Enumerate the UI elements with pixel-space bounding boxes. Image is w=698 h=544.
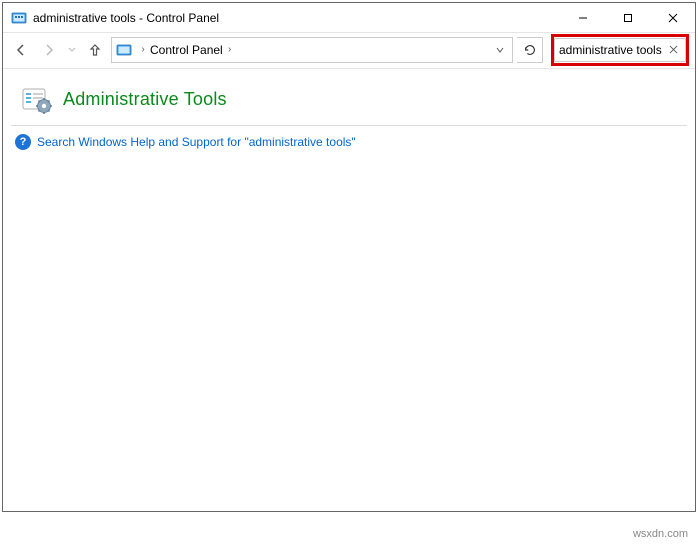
help-icon: ? (15, 134, 31, 150)
clear-search-button[interactable] (663, 39, 683, 61)
content-area: Administrative Tools ? Search Windows He… (3, 69, 695, 511)
divider (11, 125, 687, 126)
titlebar: administrative tools - Control Panel (3, 3, 695, 33)
recent-locations-dropdown-icon[interactable] (65, 38, 79, 62)
breadcrumb-chevron-icon[interactable]: › (223, 44, 237, 55)
breadcrumb-location[interactable]: Control Panel (150, 43, 223, 57)
search-highlight (551, 34, 689, 66)
help-search-link[interactable]: ? Search Windows Help and Support for "a… (3, 132, 695, 152)
search-box[interactable] (554, 38, 686, 62)
up-button[interactable] (83, 38, 107, 62)
refresh-button[interactable] (517, 37, 543, 63)
administrative-tools-icon (21, 83, 53, 115)
result-title: Administrative Tools (63, 89, 227, 110)
search-input[interactable] (555, 43, 663, 57)
breadcrumb-chevron-icon[interactable]: › (136, 44, 150, 55)
control-panel-icon (11, 10, 27, 26)
minimize-button[interactable] (560, 3, 605, 32)
address-history-dropdown[interactable] (488, 38, 512, 62)
close-button[interactable] (650, 3, 695, 32)
window-title: administrative tools - Control Panel (33, 11, 560, 25)
attribution: wsxdn.com (633, 528, 688, 540)
help-link-text: Search Windows Help and Support for "adm… (37, 135, 356, 149)
back-button[interactable] (9, 38, 33, 62)
navigation-bar: › Control Panel › (3, 33, 695, 69)
control-panel-icon (116, 42, 132, 58)
forward-button[interactable] (37, 38, 61, 62)
result-item[interactable]: Administrative Tools (3, 69, 695, 125)
control-panel-window: administrative tools - Control Panel (2, 2, 696, 512)
address-bar[interactable]: › Control Panel › (111, 37, 513, 63)
maximize-button[interactable] (605, 3, 650, 32)
